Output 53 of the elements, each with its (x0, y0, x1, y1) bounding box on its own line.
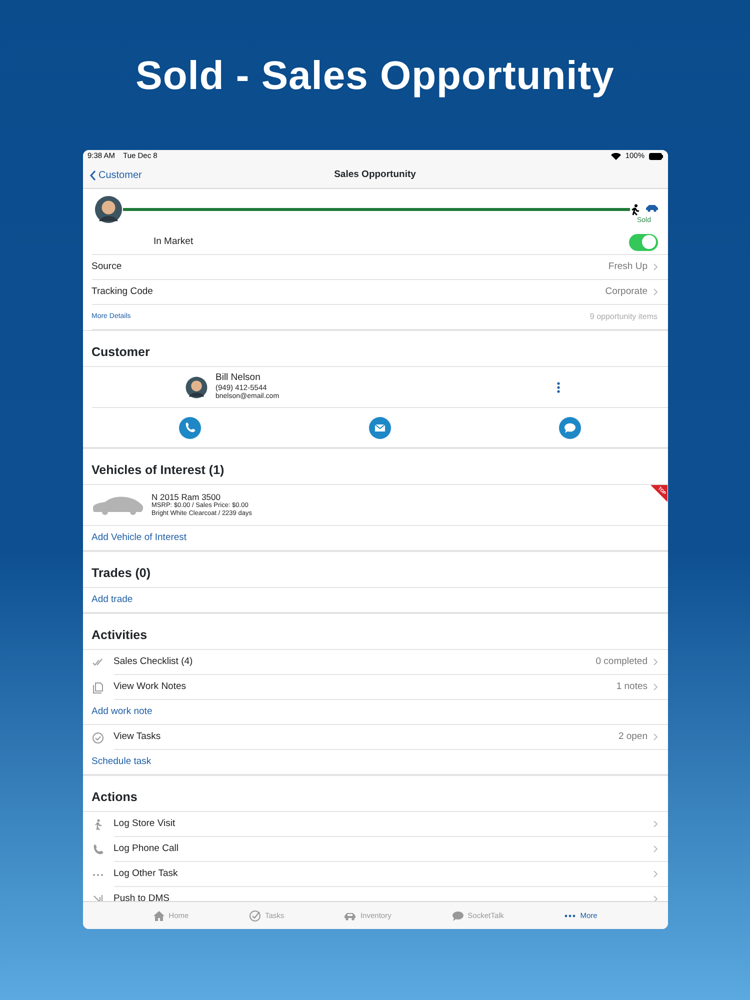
message-button[interactable] (558, 416, 580, 438)
chevron-icon (652, 733, 658, 741)
wifi-icon (611, 152, 622, 160)
notes-icon (92, 682, 104, 694)
chevron-icon (652, 683, 658, 691)
screen-title: Sales Opportunity (334, 168, 416, 182)
back-chevron-icon (90, 170, 96, 180)
section-heading: Activities (82, 613, 668, 650)
add-vehicle-link[interactable]: Add Vehicle of Interest (92, 530, 187, 546)
action-row[interactable]: Log Phone Call (82, 837, 668, 862)
chevron-icon (652, 288, 658, 296)
phone-button[interactable] (178, 416, 200, 438)
back-button[interactable]: Customer (82, 168, 142, 182)
in-market-label: In Market (154, 234, 194, 249)
chevron-icon (652, 658, 658, 666)
check-circle-icon (248, 910, 261, 922)
activity-row[interactable]: Sales Checklist (4) 0 completed (82, 650, 668, 675)
chevron-icon (652, 895, 658, 901)
walking-person-icon (630, 204, 640, 216)
in-market-toggle[interactable] (628, 234, 658, 250)
customer-avatar (184, 376, 208, 398)
double-check-icon (92, 656, 104, 668)
add-trade-link[interactable]: Add trade (92, 592, 133, 608)
avatar (94, 195, 122, 224)
activity-link[interactable]: Add work note (92, 704, 152, 720)
check-circle-icon (92, 732, 104, 744)
chevron-icon (652, 820, 658, 828)
home-icon (152, 910, 165, 922)
customer-name: Bill Nelson (216, 373, 262, 384)
chevron-icon (652, 870, 658, 878)
headline: Sold - Sales Opportunity (134, 53, 616, 100)
section-heading: Customer (82, 330, 668, 367)
chat-bubble-icon (452, 910, 464, 922)
section-heading: Trades (0) (82, 551, 668, 588)
battery-icon (648, 152, 662, 160)
more-options-icon[interactable] (556, 382, 560, 392)
vehicle-title: N 2015 Ram 3500 (152, 492, 220, 502)
car-silhouette-icon (92, 495, 144, 515)
activity-row[interactable]: View Tasks 2 open (82, 725, 668, 750)
action-row[interactable]: Log Other Task (82, 862, 668, 887)
phone-icon (92, 844, 104, 856)
section-heading: Vehicles of Interest (1) (82, 448, 668, 485)
email-button[interactable] (368, 416, 390, 438)
chevron-icon (652, 845, 658, 853)
activity-link[interactable]: Schedule task (92, 754, 152, 770)
detail-row[interactable]: Tracking Code Corporate (92, 280, 668, 305)
action-row[interactable]: Log Store Visit (82, 812, 668, 837)
car-icon (644, 204, 658, 212)
item-count: 9 opportunity items (590, 311, 658, 323)
chevron-icon (652, 263, 658, 271)
activity-row[interactable]: View Work Notes 1 notes (82, 675, 668, 700)
detail-row[interactable]: Source Fresh Up (92, 255, 668, 280)
section-heading: Actions (82, 775, 668, 812)
